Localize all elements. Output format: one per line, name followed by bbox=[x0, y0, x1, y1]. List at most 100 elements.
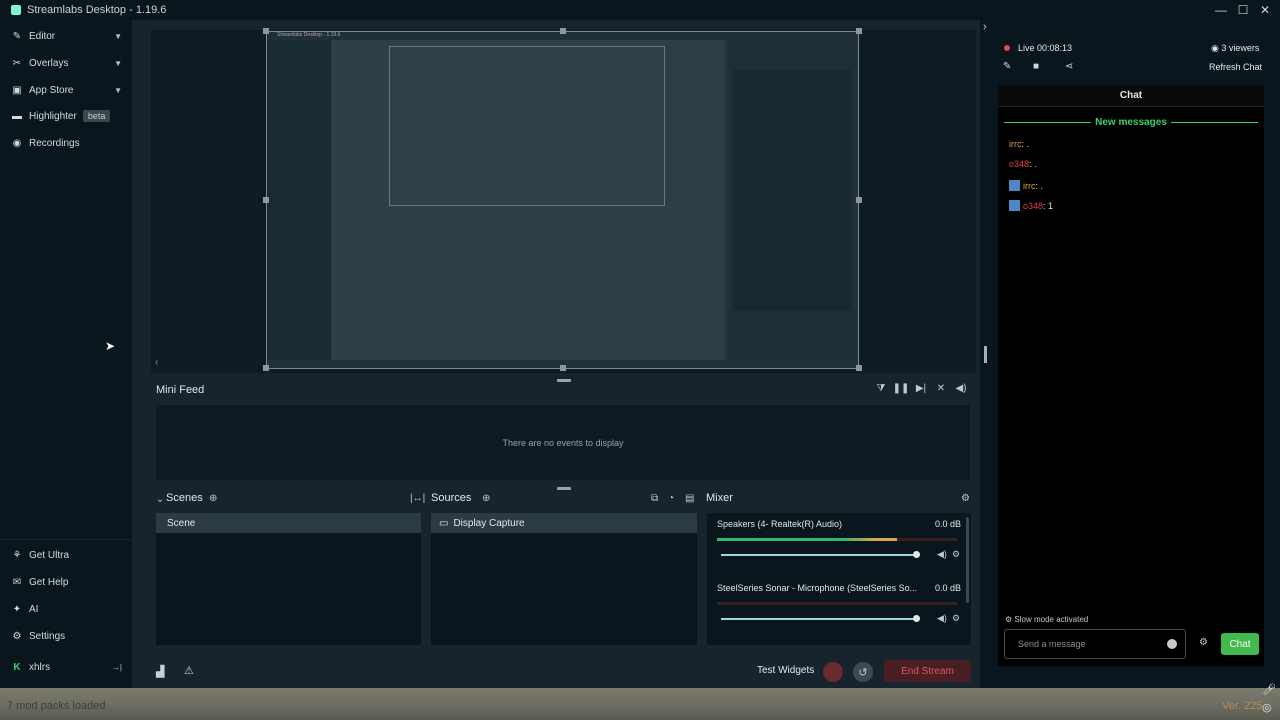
gear-icon[interactable]: ⚙ bbox=[952, 613, 960, 624]
nav-item-highlighter[interactable]: ▬ Highlighter beta bbox=[0, 105, 133, 127]
alerts-icon[interactable]: ⚠ bbox=[184, 664, 194, 677]
add-source-icon[interactable]: ⊕ bbox=[482, 493, 490, 504]
emoji-icon[interactable] bbox=[1167, 639, 1177, 649]
nav-label: AI bbox=[29, 603, 39, 615]
scenes-title: Scenes bbox=[166, 492, 203, 504]
chat-message: irrc: . bbox=[1009, 139, 1029, 149]
close-button[interactable]: ✕ bbox=[1254, 0, 1276, 20]
microphone-icon: 🎤︎ bbox=[1262, 684, 1276, 696]
left-navigation: ✎ Editor ▼ ✂ Overlays ▼ ▣ App Store ▼ ▬ … bbox=[0, 20, 133, 688]
stats-icon[interactable]: ▟ bbox=[156, 665, 164, 678]
source-group-icon[interactable]: ◔ bbox=[668, 493, 674, 504]
display-capture-preview[interactable]: Streamlabs Desktop - 1.19.6 bbox=[266, 31, 859, 369]
volume-slider[interactable] bbox=[721, 554, 917, 556]
nav-item-user[interactable]: K xhlrs →| bbox=[0, 656, 133, 678]
chat-header: Chat bbox=[998, 85, 1264, 107]
mixer-channel-name: Speakers (4- Realtek(R) Audio) bbox=[717, 519, 843, 529]
chevron-down-icon[interactable]: ▼ bbox=[114, 86, 122, 95]
pause-icon[interactable]: ❚❚ bbox=[891, 383, 911, 394]
chevron-down-icon[interactable]: ▼ bbox=[114, 32, 122, 41]
chat-message: o348: . bbox=[1009, 159, 1037, 169]
live-timer: Live 00:08:13 bbox=[1018, 43, 1073, 53]
mute-alerts-icon[interactable]: ✕ bbox=[931, 383, 951, 394]
new-messages-label: New messages bbox=[998, 117, 1264, 128]
nav-item-overlays[interactable]: ✂ Overlays ▼ bbox=[0, 52, 133, 74]
chat-username[interactable]: irrc bbox=[1009, 139, 1022, 149]
nav-item-settings[interactable]: ⚙ Settings bbox=[0, 625, 133, 647]
resize-handle[interactable] bbox=[856, 365, 862, 371]
minifeed-empty: There are no events to display bbox=[502, 437, 624, 448]
add-scene-icon[interactable]: ⊕ bbox=[209, 493, 217, 504]
volume-slider-thumb[interactable] bbox=[913, 615, 920, 622]
chat-username[interactable]: irrc bbox=[1023, 181, 1036, 191]
nav-item-get-help[interactable]: ✉ Get Help bbox=[0, 571, 133, 593]
mixer-channel-db: 0.0 dB bbox=[934, 519, 961, 529]
mixer-channel-name: SteelSeries Sonar - Microphone (SteelSer… bbox=[717, 583, 918, 593]
video-icon[interactable]: ■ bbox=[1033, 61, 1039, 72]
nav-item-get-ultra[interactable]: ⚘ Get Ultra bbox=[0, 544, 133, 566]
share-icon[interactable]: ⋖ bbox=[1065, 61, 1073, 72]
end-stream-button[interactable]: End Stream bbox=[884, 660, 971, 682]
source-item[interactable]: ▭ Display Capture bbox=[431, 513, 697, 533]
editor-main: Streamlabs Desktop - 1.19.6 ‹ ➤ Mini Fee… bbox=[105, 20, 980, 688]
nav-item-editor[interactable]: ✎ Editor ▼ bbox=[0, 25, 133, 47]
collapse-right-icon[interactable]: › bbox=[983, 21, 987, 33]
skip-icon[interactable]: ▶| bbox=[911, 383, 931, 394]
resize-handle[interactable] bbox=[560, 365, 566, 371]
nav-item-recordings[interactable]: ◉ Recordings bbox=[0, 132, 133, 154]
chevron-down-icon[interactable]: ⌄ bbox=[156, 494, 164, 505]
minimize-button[interactable]: — bbox=[1210, 0, 1232, 20]
edit-icon[interactable]: ✎ bbox=[1003, 61, 1011, 72]
source-folder-icon[interactable]: ▤ bbox=[685, 493, 694, 504]
slow-mode-label: Slow mode activated bbox=[1014, 615, 1089, 624]
resize-grip[interactable] bbox=[557, 379, 571, 382]
resize-handle[interactable] bbox=[263, 28, 269, 34]
scene-item[interactable]: Scene bbox=[156, 513, 421, 533]
chat-panel: Chat New messages irrc: . o348: . irrc: … bbox=[998, 85, 1264, 666]
sources-title: Sources bbox=[431, 492, 472, 504]
volume-slider-thumb[interactable] bbox=[913, 551, 920, 558]
nav-item-ai[interactable]: ✦ AI bbox=[0, 598, 133, 620]
chat-text: : . bbox=[1029, 159, 1037, 169]
filter-icon[interactable]: ⧩ bbox=[871, 383, 891, 394]
nav-label: Get Help bbox=[29, 576, 69, 588]
scene-transition-icon[interactable]: |↔| bbox=[410, 493, 425, 504]
resize-handle[interactable] bbox=[263, 197, 269, 203]
resize-handle[interactable] bbox=[560, 28, 566, 34]
gear-icon[interactable]: ⚙ bbox=[961, 493, 970, 504]
maximize-button[interactable]: ☐ bbox=[1232, 0, 1254, 20]
replay-icon[interactable]: ↺ bbox=[853, 662, 873, 682]
stream-preview[interactable]: Streamlabs Desktop - 1.19.6 ‹ ➤ bbox=[105, 28, 976, 373]
resize-grip[interactable] bbox=[557, 487, 571, 490]
resize-handle[interactable] bbox=[856, 197, 862, 203]
chat-settings-icon[interactable]: ⚙ bbox=[1199, 637, 1208, 648]
chat-send-button[interactable]: Chat bbox=[1221, 633, 1259, 655]
panel-resize-handle[interactable] bbox=[984, 346, 987, 363]
collapse-left-icon[interactable]: ‹ bbox=[155, 357, 158, 368]
chat-input[interactable]: Send a message bbox=[1004, 629, 1186, 659]
test-widget-button[interactable] bbox=[823, 662, 843, 682]
chevron-down-icon[interactable]: ▼ bbox=[114, 59, 122, 68]
volume-icon[interactable]: ◀) bbox=[951, 383, 971, 394]
nav-label: Get Ultra bbox=[29, 549, 70, 561]
gear-icon[interactable]: ⚙ bbox=[952, 549, 960, 560]
source-window-icon[interactable]: ⧉ bbox=[651, 493, 658, 504]
chat-username[interactable]: o348 bbox=[1023, 201, 1043, 211]
desktop-background bbox=[0, 688, 1280, 720]
nav-item-app-store[interactable]: ▣ App Store ▼ bbox=[0, 79, 133, 101]
mixer-title: Mixer bbox=[706, 492, 733, 504]
speaker-icon[interactable]: ◀) bbox=[937, 549, 947, 560]
mouse-cursor-icon: ➤ bbox=[105, 339, 116, 353]
volume-slider[interactable] bbox=[721, 618, 917, 620]
logout-icon[interactable]: →| bbox=[112, 663, 122, 672]
refresh-chat-button[interactable]: Refresh Chat bbox=[1209, 62, 1262, 72]
chat-username[interactable]: o348 bbox=[1009, 159, 1029, 169]
resize-handle[interactable] bbox=[263, 365, 269, 371]
live-indicator bbox=[1004, 45, 1010, 51]
chat-text: : . bbox=[1035, 180, 1044, 191]
mixer-scrollbar[interactable] bbox=[966, 517, 969, 603]
nav-label: Settings bbox=[29, 630, 66, 642]
speaker-icon[interactable]: ◀) bbox=[937, 613, 947, 624]
user-name: xhlrs bbox=[29, 661, 51, 673]
resize-handle[interactable] bbox=[856, 28, 862, 34]
